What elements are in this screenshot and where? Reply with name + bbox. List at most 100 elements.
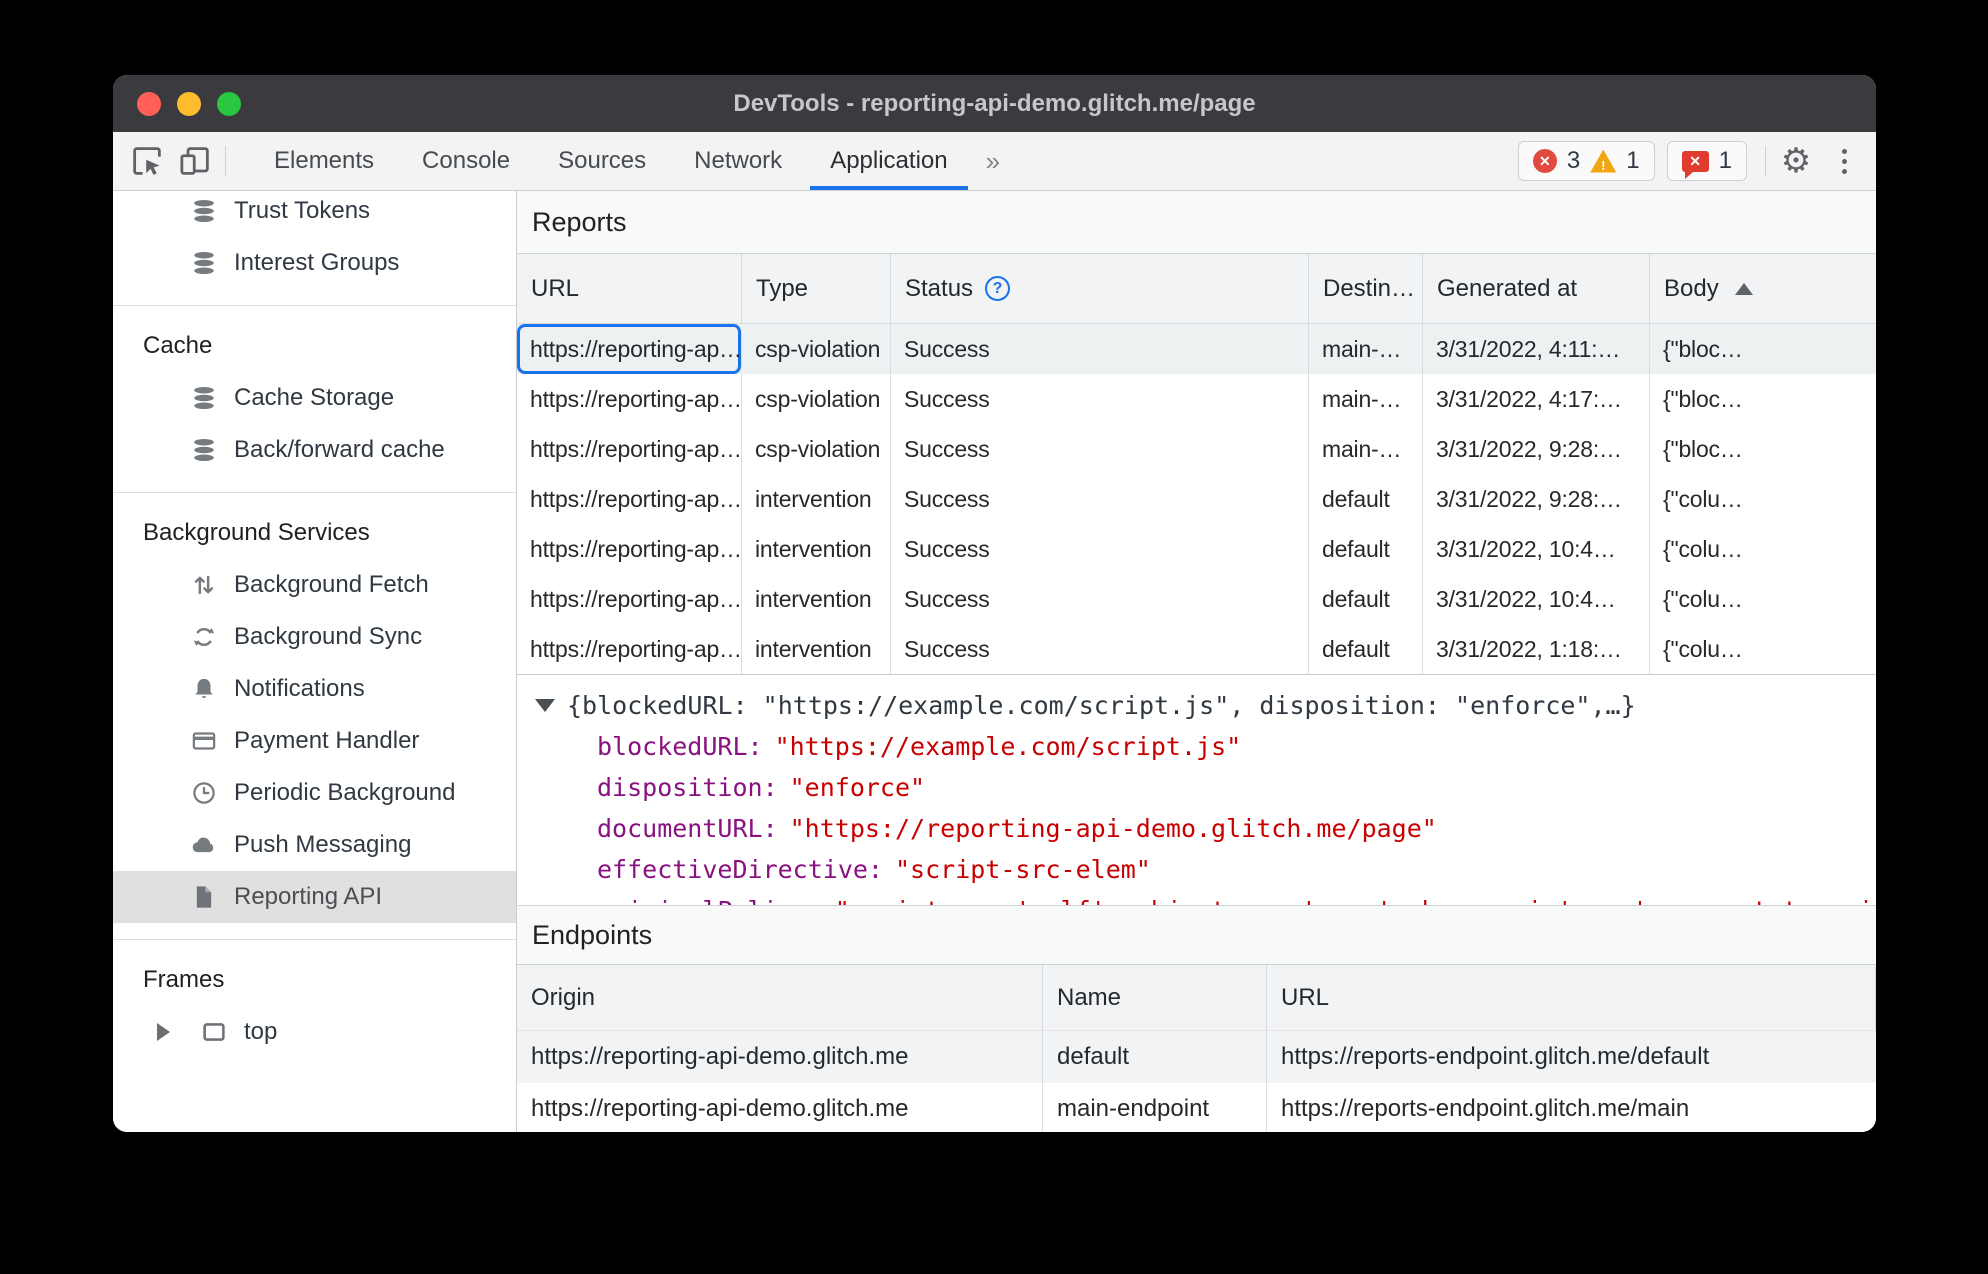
- json-preview-line[interactable]: {blockedURL: "https://example.com/script…: [535, 685, 1876, 726]
- tab-console[interactable]: Console: [398, 132, 534, 190]
- sidebar-item-trust-tokens[interactable]: Trust Tokens: [113, 191, 516, 237]
- report-row[interactable]: https://reporting-ap… csp-violation Succ…: [517, 374, 1876, 424]
- sidebar-item-background-fetch[interactable]: Background Fetch: [113, 559, 516, 611]
- tab-elements[interactable]: Elements: [250, 132, 398, 190]
- report-type-cell[interactable]: csp-violation: [742, 324, 891, 374]
- report-type-cell[interactable]: intervention: [742, 624, 891, 674]
- report-destination-cell[interactable]: main-…: [1309, 324, 1423, 374]
- report-generated-cell[interactable]: 3/31/2022, 4:11:…: [1423, 324, 1650, 374]
- frame-icon: [203, 1023, 225, 1041]
- column-header-origin[interactable]: Origin: [517, 965, 1043, 1030]
- report-type-cell[interactable]: csp-violation: [742, 424, 891, 474]
- report-type-cell[interactable]: csp-violation: [742, 374, 891, 424]
- report-body-cell[interactable]: {"colu…: [1650, 524, 1876, 574]
- report-generated-cell[interactable]: 3/31/2022, 9:28:…: [1423, 424, 1650, 474]
- report-row[interactable]: https://reporting-ap… csp-violation Succ…: [517, 324, 1876, 374]
- report-destination-cell[interactable]: default: [1309, 524, 1423, 574]
- document-icon: [196, 886, 212, 908]
- column-header-destination[interactable]: Destin…: [1309, 254, 1423, 323]
- sidebar-item-interest-groups[interactable]: Interest Groups: [113, 237, 516, 289]
- report-row[interactable]: https://reporting-ap… intervention Succe…: [517, 474, 1876, 524]
- column-header-endpoint-url[interactable]: URL: [1267, 965, 1876, 1030]
- report-generated-cell[interactable]: 3/31/2022, 9:28:…: [1423, 474, 1650, 524]
- tab-network[interactable]: Network: [670, 132, 806, 190]
- devtools-toolbar: Elements Console Sources Network Applica…: [113, 132, 1876, 191]
- sidebar-item-notifications[interactable]: Notifications: [113, 663, 516, 715]
- report-type-cell[interactable]: intervention: [742, 524, 891, 574]
- report-generated-cell[interactable]: 3/31/2022, 4:17:…: [1423, 374, 1650, 424]
- column-header-type[interactable]: Type: [742, 254, 891, 323]
- report-url-cell[interactable]: https://reporting-ap…: [517, 574, 742, 624]
- report-url-cell[interactable]: https://reporting-ap…: [517, 324, 742, 374]
- sidebar-item-reporting-api[interactable]: Reporting API: [113, 871, 516, 923]
- report-body-cell[interactable]: {"bloc…: [1650, 374, 1876, 424]
- report-status-cell[interactable]: Success: [891, 474, 1309, 524]
- inspect-element-button[interactable]: [123, 132, 171, 190]
- report-body-cell[interactable]: {"bloc…: [1650, 424, 1876, 474]
- report-type-cell[interactable]: intervention: [742, 574, 891, 624]
- report-status-cell[interactable]: Success: [891, 624, 1309, 674]
- database-icon: [194, 438, 214, 462]
- report-destination-cell[interactable]: default: [1309, 574, 1423, 624]
- status-help-icon[interactable]: ?: [985, 276, 1011, 301]
- expand-chevron-icon[interactable]: [157, 1023, 170, 1041]
- customize-menu-button[interactable]: [1820, 132, 1868, 190]
- sidebar-item-periodic-background-sync[interactable]: Periodic Background: [113, 767, 516, 819]
- more-tabs-button[interactable]: »: [972, 132, 1014, 190]
- json-preview-text: {blockedURL: "https://example.com/script…: [567, 691, 1636, 720]
- sidebar-item-payment-handler[interactable]: Payment Handler: [113, 715, 516, 767]
- sidebar-item-label: Background Fetch: [234, 571, 429, 598]
- device-toolbar-button[interactable]: [171, 132, 219, 190]
- report-body-cell[interactable]: {"colu…: [1650, 574, 1876, 624]
- collapse-triangle-icon[interactable]: [535, 699, 555, 712]
- console-status-badge[interactable]: ✕ 3 ! 1: [1517, 141, 1655, 181]
- settings-button[interactable]: ⚙: [1772, 132, 1820, 190]
- report-url-cell[interactable]: https://reporting-ap…: [517, 624, 742, 674]
- report-destination-cell[interactable]: default: [1309, 624, 1423, 674]
- report-generated-cell[interactable]: 3/31/2022, 1:18:…: [1423, 624, 1650, 674]
- sidebar-item-cache-storage[interactable]: Cache Storage: [113, 372, 516, 424]
- tab-application[interactable]: Application: [806, 132, 971, 190]
- frames-section-title: Frames: [143, 966, 225, 993]
- sidebar-item-label: Reporting API: [234, 883, 383, 910]
- report-body-cell[interactable]: {"colu…: [1650, 624, 1876, 674]
- sidebar-item-background-sync[interactable]: Background Sync: [113, 611, 516, 663]
- report-body-cell[interactable]: {"bloc…: [1650, 324, 1876, 374]
- column-header-body[interactable]: Body: [1650, 254, 1876, 323]
- report-row[interactable]: https://reporting-ap… intervention Succe…: [517, 574, 1876, 624]
- report-status-cell[interactable]: Success: [891, 324, 1309, 374]
- sidebar-item-label: top: [244, 1018, 278, 1045]
- report-type-cell[interactable]: intervention: [742, 474, 891, 524]
- issues-badge[interactable]: ✕ 1: [1666, 141, 1747, 181]
- report-generated-cell[interactable]: 3/31/2022, 10:4…: [1423, 524, 1650, 574]
- sidebar-item-frame-top[interactable]: top: [113, 1006, 516, 1058]
- column-header-status[interactable]: Status ?: [891, 254, 1309, 323]
- column-header-name[interactable]: Name: [1043, 965, 1267, 1030]
- report-status-cell[interactable]: Success: [891, 374, 1309, 424]
- report-url-cell[interactable]: https://reporting-ap…: [517, 424, 742, 474]
- report-destination-cell[interactable]: default: [1309, 474, 1423, 524]
- report-destination-cell[interactable]: main-…: [1309, 374, 1423, 424]
- report-url-cell[interactable]: https://reporting-ap…: [517, 374, 742, 424]
- report-status-cell[interactable]: Success: [891, 524, 1309, 574]
- issue-count: 1: [1718, 147, 1732, 174]
- tab-sources[interactable]: Sources: [534, 132, 670, 190]
- column-header-generated-at[interactable]: Generated at: [1423, 254, 1650, 323]
- application-sidebar: Trust Tokens Interest Groups Cache Cache…: [113, 191, 517, 1132]
- report-row[interactable]: https://reporting-ap… intervention Succe…: [517, 524, 1876, 574]
- report-generated-cell[interactable]: 3/31/2022, 10:4…: [1423, 574, 1650, 624]
- report-row[interactable]: https://reporting-ap… intervention Succe…: [517, 624, 1876, 674]
- inspect-cursor-icon: [133, 147, 161, 175]
- sidebar-item-back-forward-cache[interactable]: Back/forward cache: [113, 424, 516, 476]
- report-url-cell[interactable]: https://reporting-ap…: [517, 474, 742, 524]
- report-url-cell[interactable]: https://reporting-ap…: [517, 524, 742, 574]
- report-destination-cell[interactable]: main-…: [1309, 424, 1423, 474]
- sidebar-item-push-messaging[interactable]: Push Messaging: [113, 819, 516, 871]
- report-body-cell[interactable]: {"colu…: [1650, 474, 1876, 524]
- report-status-cell[interactable]: Success: [891, 574, 1309, 624]
- column-header-url[interactable]: URL: [517, 254, 742, 323]
- report-status-cell[interactable]: Success: [891, 424, 1309, 474]
- report-row[interactable]: https://reporting-ap… csp-violation Succ…: [517, 424, 1876, 474]
- sort-ascending-icon: [1734, 282, 1753, 295]
- endpoint-row: https://reporting-api-demo.glitch.me def…: [517, 1031, 1876, 1083]
